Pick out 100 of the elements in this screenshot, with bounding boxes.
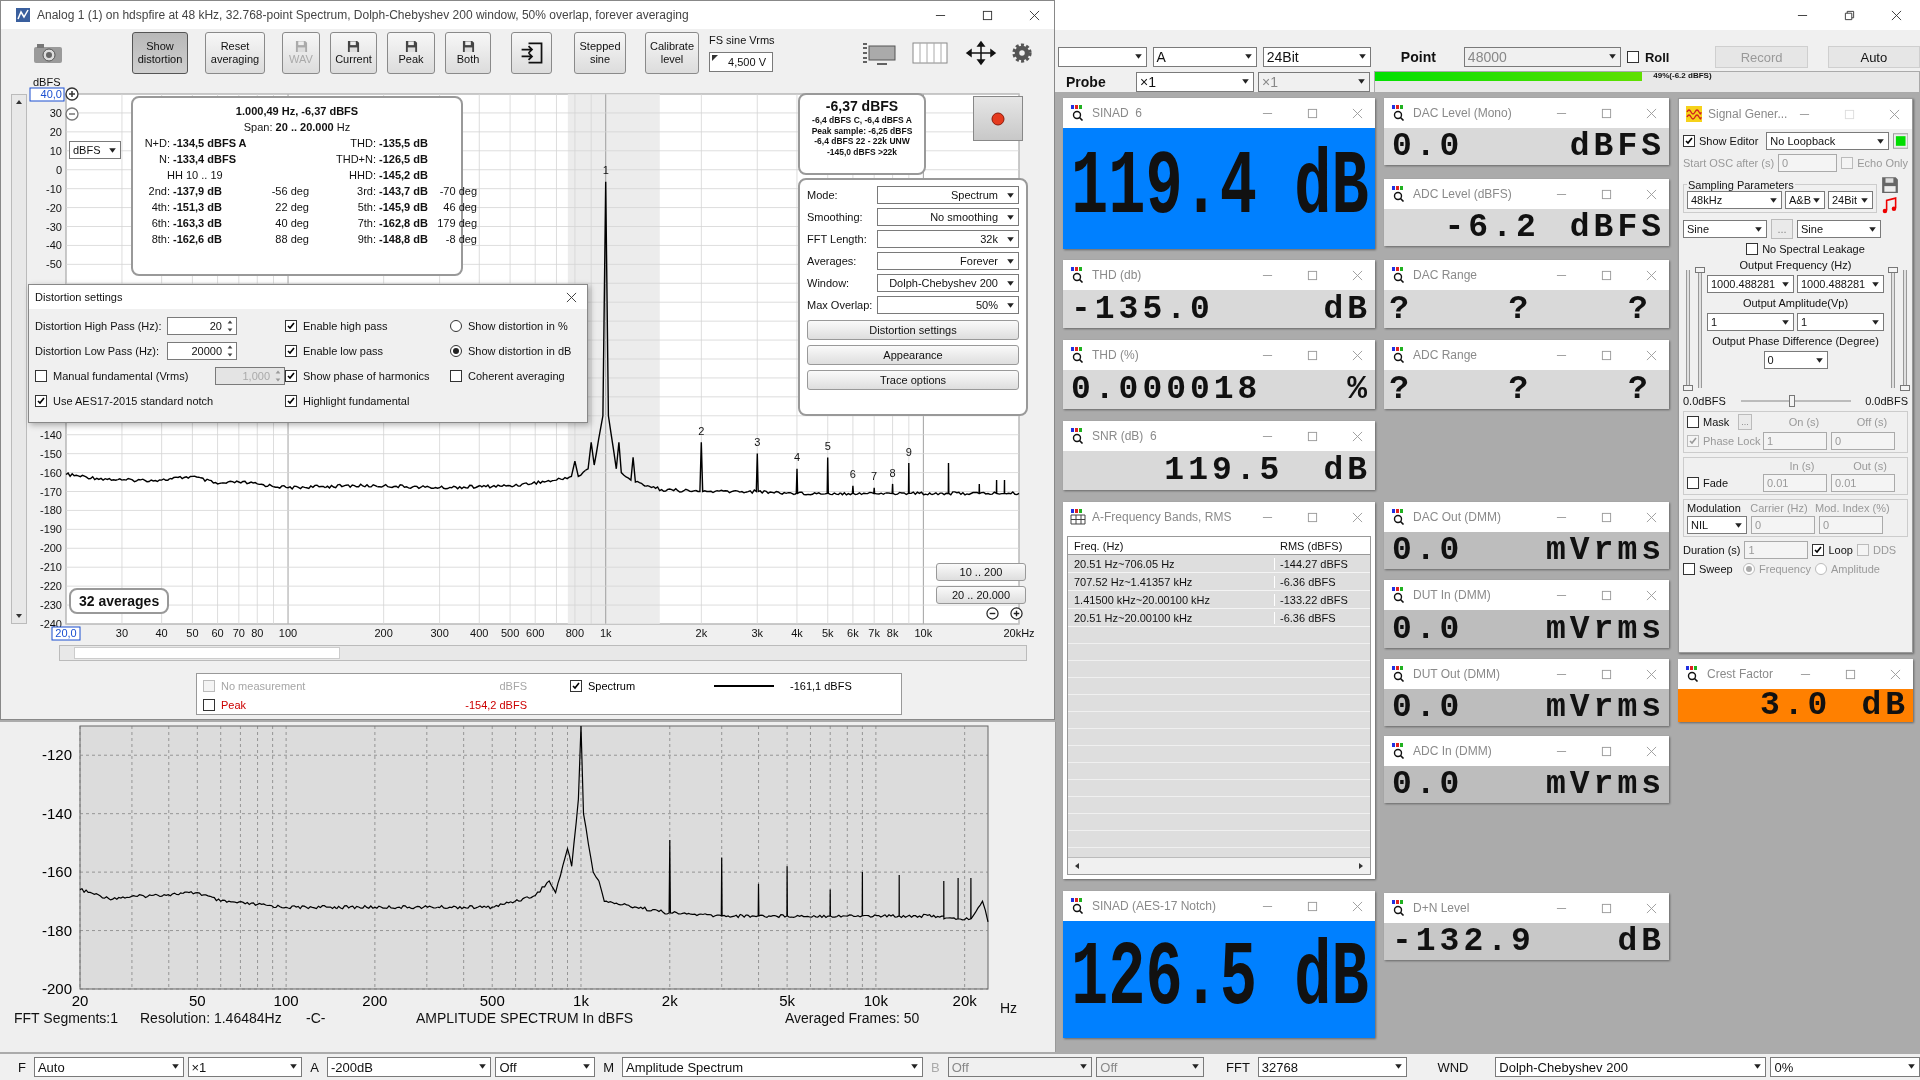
close-icon[interactable] bbox=[1891, 9, 1902, 21]
radio-button[interactable] bbox=[450, 319, 462, 332]
dropdown[interactable]: 0 bbox=[1763, 351, 1828, 369]
dropdown[interactable]: A bbox=[1152, 47, 1257, 67]
record-button[interactable] bbox=[973, 96, 1023, 141]
vertical-scrollbar[interactable] bbox=[11, 94, 27, 624]
checkbox[interactable] bbox=[285, 394, 297, 407]
horizontal-scrollbar[interactable] bbox=[59, 645, 1027, 661]
columns-icon[interactable] bbox=[910, 40, 951, 66]
checkbox[interactable] bbox=[1687, 435, 1699, 447]
column-header[interactable]: Freq. (Hz) bbox=[1068, 539, 1275, 552]
dropdown[interactable]: No Loopback bbox=[1766, 132, 1889, 150]
dropdown[interactable]: 1 bbox=[1797, 313, 1884, 331]
panel-button[interactable]: Distortion settings bbox=[807, 320, 1019, 340]
dropdown[interactable]: A&B bbox=[1785, 190, 1825, 209]
panel-button[interactable]: Appearance bbox=[807, 345, 1019, 365]
checkbox[interactable] bbox=[570, 679, 582, 692]
input-field[interactable]: 4,500 V bbox=[709, 52, 773, 72]
checkbox[interactable] bbox=[35, 369, 47, 382]
volume-slider[interactable] bbox=[1888, 267, 1896, 391]
slider-thumb[interactable] bbox=[1789, 395, 1796, 407]
range-button[interactable]: 20 .. 20.000 bbox=[936, 586, 1026, 604]
dropdown[interactable]: 48kHz bbox=[1687, 190, 1782, 209]
range-button[interactable]: 10 .. 200 bbox=[936, 563, 1026, 581]
checkbox[interactable] bbox=[1683, 563, 1695, 575]
checkbox[interactable] bbox=[1856, 544, 1869, 556]
axis-range-field[interactable]: 20,0 bbox=[51, 626, 81, 641]
checkbox[interactable] bbox=[203, 698, 215, 711]
radio-button[interactable] bbox=[1743, 563, 1755, 575]
dropdown[interactable]: NIL bbox=[1687, 516, 1747, 534]
dropdown[interactable]: Auto bbox=[33, 1057, 184, 1077]
setting-dropdown[interactable]: No smoothing bbox=[877, 208, 1019, 226]
dropdown[interactable]: Amplitude Spectrum bbox=[622, 1057, 924, 1077]
panel-button[interactable]: Trace options bbox=[807, 370, 1019, 390]
dropdown[interactable]: ×1 bbox=[1136, 72, 1254, 92]
slider-thumb[interactable] bbox=[1900, 385, 1910, 391]
restore-icon[interactable] bbox=[1844, 9, 1855, 21]
close-icon[interactable] bbox=[1029, 9, 1040, 21]
checkbox[interactable] bbox=[1746, 243, 1759, 255]
toolbar-button[interactable]: Calibrate level bbox=[645, 32, 699, 74]
dropdown[interactable]: ×1 bbox=[187, 1057, 303, 1077]
axis-range-field[interactable]: 40,0 bbox=[29, 87, 65, 102]
unit-dropdown[interactable]: dBFS bbox=[69, 141, 121, 159]
volume-slider[interactable] bbox=[1900, 267, 1908, 391]
zoom-out-icon[interactable] bbox=[986, 607, 999, 620]
number-field[interactable]: 20 bbox=[167, 316, 237, 335]
dropdown[interactable]: 1000.488281 bbox=[1797, 275, 1884, 293]
volume-slider[interactable] bbox=[1695, 267, 1703, 391]
checkbox[interactable] bbox=[285, 369, 297, 382]
toolbar-button[interactable]: Current bbox=[330, 32, 377, 74]
dropdown[interactable]: 0% bbox=[1770, 1057, 1920, 1077]
checkbox[interactable] bbox=[1626, 51, 1639, 63]
checkbox[interactable] bbox=[285, 319, 297, 332]
checkbox[interactable] bbox=[1841, 157, 1854, 169]
toolbar-button[interactable]: Both bbox=[445, 32, 491, 74]
toolbar-button[interactable] bbox=[511, 32, 552, 74]
dropdown[interactable]: Off bbox=[495, 1057, 596, 1077]
zoom-in-icon[interactable] bbox=[65, 87, 79, 101]
checkbox[interactable] bbox=[35, 394, 47, 407]
zoom-in-icon[interactable] bbox=[1010, 607, 1023, 620]
volume-slider[interactable] bbox=[1683, 267, 1691, 391]
dropdown[interactable]: Sine bbox=[1683, 220, 1767, 238]
toolbar-button[interactable]: Reset averaging bbox=[205, 32, 265, 74]
dropdown[interactable]: 24Bit bbox=[1828, 190, 1873, 209]
checkbox[interactable] bbox=[285, 344, 297, 357]
setting-dropdown[interactable]: Dolph-Chebyshev 200 bbox=[877, 274, 1019, 292]
setting-dropdown[interactable]: Forever bbox=[877, 252, 1019, 270]
dropdown[interactable]: Dolph-Chebyshev 200 bbox=[1495, 1057, 1767, 1077]
checkbox[interactable] bbox=[450, 369, 462, 382]
slider-thumb[interactable] bbox=[1888, 267, 1898, 273]
music-note-icon[interactable] bbox=[1881, 197, 1899, 215]
toolbar-button[interactable]: Auto bbox=[1827, 46, 1920, 68]
dropdown[interactable]: Sine bbox=[1797, 220, 1881, 238]
checkbox[interactable] bbox=[1687, 477, 1699, 489]
number-field[interactable]: 20000 bbox=[167, 341, 237, 360]
scrollbar-thumb[interactable] bbox=[74, 647, 340, 659]
maximize-icon[interactable] bbox=[982, 9, 993, 21]
checkbox[interactable] bbox=[1812, 544, 1825, 556]
dropdown[interactable]: -200dB bbox=[326, 1057, 492, 1077]
slider-thumb[interactable] bbox=[1695, 267, 1705, 273]
checkbox[interactable] bbox=[1687, 416, 1699, 428]
close-icon[interactable] bbox=[566, 291, 577, 303]
toolbar-button[interactable]: Show distortion bbox=[132, 32, 188, 74]
checkbox[interactable] bbox=[1683, 135, 1695, 147]
camera-icon[interactable] bbox=[32, 41, 64, 65]
radio-button[interactable] bbox=[450, 344, 462, 357]
slider-thumb[interactable] bbox=[1683, 385, 1693, 391]
dropdown[interactable]: 32768 bbox=[1257, 1057, 1408, 1077]
toolbar-button[interactable]: Stepped sine bbox=[574, 32, 626, 74]
setting-dropdown[interactable]: 32k bbox=[877, 230, 1019, 248]
setting-dropdown[interactable]: 50% bbox=[877, 296, 1019, 314]
dropdown[interactable] bbox=[1058, 47, 1147, 67]
dropdown[interactable]: 24Bit bbox=[1262, 47, 1371, 67]
horizontal-scrollbar[interactable] bbox=[1068, 857, 1370, 874]
radio-button[interactable] bbox=[1815, 563, 1827, 575]
settings-icon[interactable] bbox=[1010, 42, 1033, 64]
toolbar-button[interactable]: Peak bbox=[387, 32, 435, 74]
dropdown[interactable]: 1 bbox=[1707, 313, 1794, 331]
dropdown[interactable]: 1000.488281 bbox=[1707, 275, 1794, 293]
setting-dropdown[interactable]: Spectrum bbox=[877, 186, 1019, 204]
